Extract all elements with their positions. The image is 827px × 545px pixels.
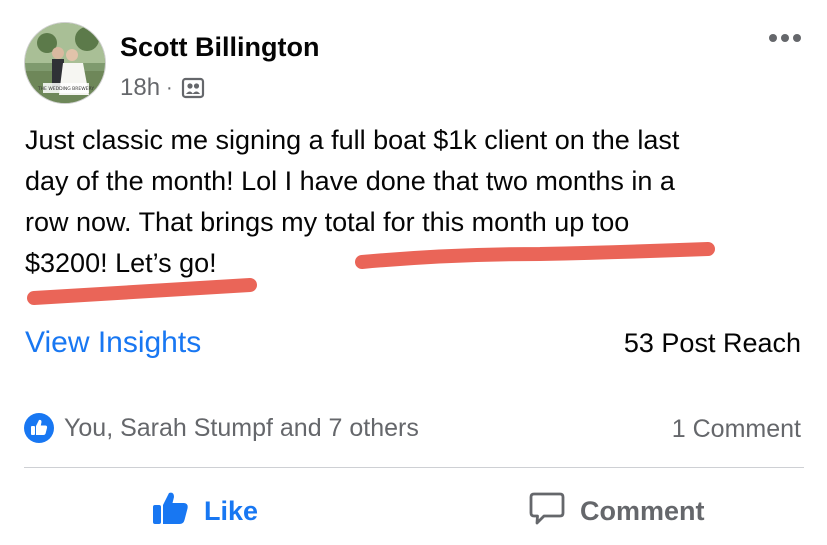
reaction-summary[interactable]: You, Sarah Stumpf and 7 others <box>24 413 419 443</box>
post-meta: 18h · <box>120 74 206 102</box>
divider <box>24 467 804 468</box>
speech-bubble-icon <box>528 490 566 533</box>
reaction-summary-text: You, Sarah Stumpf and 7 others <box>64 413 419 442</box>
post-text-line: day of the month! Lol I have done that t… <box>25 166 675 196</box>
underline-mark <box>27 278 257 305</box>
friends-audience-icon[interactable] <box>180 76 206 100</box>
like-reaction-icon <box>24 413 54 443</box>
avatar[interactable]: THE WEDDING BREWERY <box>24 22 106 104</box>
post-text-line: Just classic me signing a full boat $1k … <box>25 125 680 155</box>
post-reach: 53 Post Reach <box>623 328 801 358</box>
like-label: Like <box>204 496 259 526</box>
view-insights-link[interactable]: View Insights <box>25 326 201 360</box>
post-text: Just classic me signing a full boat $1k … <box>25 120 815 284</box>
author-name[interactable]: Scott Billington <box>120 32 319 63</box>
post-text-line: row now. That brings my total for this m… <box>25 207 630 237</box>
like-button[interactable]: Like <box>152 490 258 533</box>
post-timestamp[interactable]: 18h <box>120 74 160 102</box>
meta-separator: · <box>166 76 173 99</box>
more-options-icon[interactable] <box>769 34 801 42</box>
thumbs-up-icon <box>152 490 190 533</box>
avatar-watermark: THE WEDDING BREWERY <box>37 86 94 92</box>
comment-count[interactable]: 1 Comment <box>672 415 801 444</box>
comment-label: Comment <box>580 496 705 526</box>
comment-button[interactable]: Comment <box>528 490 705 533</box>
post-text-line: $3200! Let’s go! <box>25 248 217 278</box>
